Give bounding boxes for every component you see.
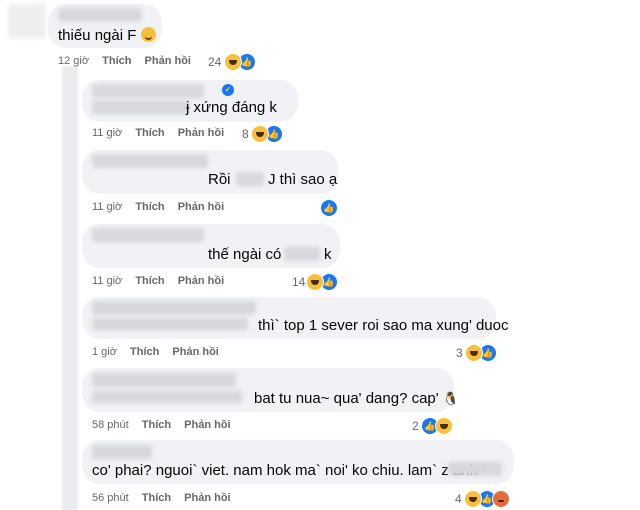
reaction-count[interactable]: 24	[208, 55, 221, 69]
like-reaction-icon: 👍	[320, 199, 338, 217]
blurred-name-part	[92, 318, 248, 330]
haha-reaction-icon	[306, 273, 324, 291]
reply-button[interactable]: Phản hồi	[145, 55, 191, 67]
comment-meta: 56 phút Thích Phản hồi	[92, 492, 231, 504]
comment-text: co' phai? nguoi` viet. nam hok ma` noi' …	[92, 462, 488, 479]
reply-button[interactable]: Phản hồi	[178, 275, 224, 287]
haha-reaction-icon	[224, 53, 242, 71]
smile-emoji-icon	[140, 27, 156, 42]
comment-time[interactable]: 11 giờ	[92, 275, 122, 287]
comment-meta: 11 giờ Thích Phản hồi	[92, 127, 224, 139]
comment-meta: 11 giờ Thích Phản hồi	[92, 275, 224, 287]
like-button[interactable]: Thích	[135, 275, 164, 287]
blurred-username	[92, 154, 208, 168]
blurred-mention	[284, 247, 320, 261]
reaction-count[interactable]: 8	[242, 127, 249, 141]
like-button[interactable]: Thích	[142, 492, 171, 504]
reaction-icons[interactable]: 👍	[306, 273, 338, 291]
comment-time[interactable]: 1 giờ	[92, 346, 117, 358]
blurred-username	[92, 84, 204, 98]
comment-time[interactable]: 56 phút	[92, 492, 129, 504]
comment-text-right: k	[324, 246, 332, 263]
like-button[interactable]: Thích	[102, 55, 131, 67]
comment-time[interactable]: 12 giờ	[58, 55, 89, 67]
comment-text-content: thiếu ngài F	[58, 27, 137, 44]
comment-text-right: J thì sao ạ	[268, 171, 338, 188]
like-button[interactable]: Thích	[135, 201, 164, 213]
reaction-icons[interactable]: 👍	[465, 344, 497, 362]
reaction-count[interactable]: 3	[456, 346, 463, 360]
like-button[interactable]: Thích	[142, 419, 171, 431]
reply-button[interactable]: Phản hồi	[178, 201, 224, 213]
blurred-avatar	[8, 4, 46, 38]
reaction-count[interactable]: 2	[412, 419, 419, 433]
reaction-icons[interactable]: 👍	[421, 417, 453, 435]
comment-meta: 1 giờ Thích Phản hồi	[92, 346, 219, 358]
blurred-username	[92, 445, 152, 459]
comment-time[interactable]: 58 phút	[92, 419, 129, 431]
comment-text-left: thế ngài có	[208, 246, 282, 263]
comment-meta: 11 giờ Thích Phản hồi	[92, 201, 224, 213]
comment-text-left: Rồi	[208, 171, 231, 188]
penguin-emoji-icon: 🐧	[442, 391, 459, 406]
blurred-username	[58, 8, 142, 22]
reply-button[interactable]: Phản hồi	[172, 346, 218, 358]
reaction-count[interactable]: 4	[455, 492, 462, 506]
reply-button[interactable]: Phản hồi	[178, 127, 224, 139]
verified-badge-icon: ✓	[222, 84, 234, 96]
reaction-icons[interactable]: 👍	[464, 490, 510, 508]
like-button[interactable]: Thích	[130, 346, 159, 358]
haha-reaction-icon	[465, 344, 483, 362]
comment-text: thiếu ngài F	[58, 27, 156, 44]
reply-thread-line	[62, 66, 78, 510]
comment-text: bat tu nua~ qua' dang? cap' 🐧	[254, 390, 459, 407]
blurred-mention	[448, 462, 502, 476]
comment-text: thì` top 1 sever roi sao ma xung' duoc	[258, 317, 509, 334]
haha-reaction-icon	[435, 417, 453, 435]
comment-meta: 12 giờ Thích Phản hồi	[58, 55, 191, 67]
blurred-username	[92, 373, 236, 387]
reaction-icons[interactable]: 👍	[320, 199, 338, 217]
comment-text-content: bat tu nua~ qua' dang? cap'	[254, 390, 439, 407]
reaction-icons[interactable]: 👍	[224, 53, 256, 71]
haha-reaction-icon	[464, 490, 482, 508]
angry-reaction-icon	[492, 490, 510, 508]
comment-text: ɉ xứng đáng k	[186, 99, 277, 116]
comment-time[interactable]: 11 giờ	[92, 201, 122, 213]
blurred-username	[92, 301, 256, 315]
haha-reaction-icon	[251, 125, 269, 143]
reaction-count[interactable]: 14	[292, 275, 305, 289]
like-button[interactable]: Thích	[135, 127, 164, 139]
blurred-name-part	[92, 391, 242, 403]
reaction-icons[interactable]: 👍	[251, 125, 283, 143]
comment-time[interactable]: 11 giờ	[92, 127, 122, 139]
reply-button[interactable]: Phản hồi	[184, 419, 230, 431]
blurred-mention	[236, 172, 264, 186]
blurred-username	[92, 228, 204, 242]
reply-button[interactable]: Phản hồi	[184, 492, 230, 504]
blurred-name-part	[92, 100, 190, 114]
comment-meta: 58 phút Thích Phản hồi	[92, 419, 231, 431]
